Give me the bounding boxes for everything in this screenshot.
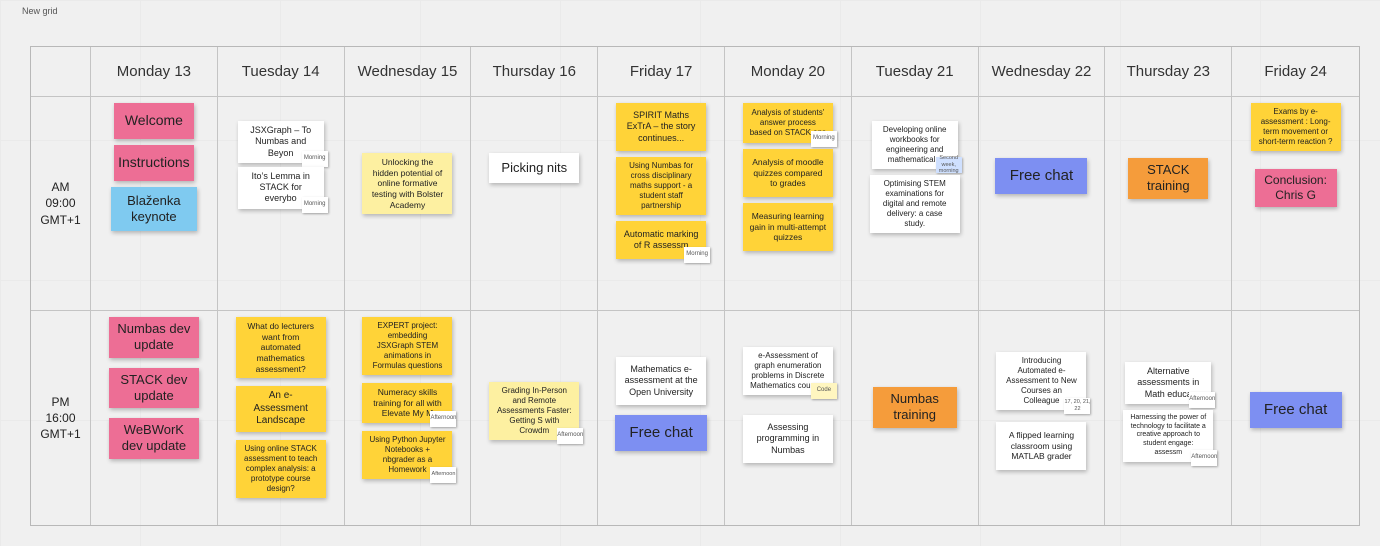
sticky-talk[interactable]: Introducing Automated e-Assessment to Ne… — [996, 352, 1086, 410]
schedule-grid: Monday 13 Tuesday 14 Wednesday 15 Thursd… — [31, 47, 1359, 525]
session-tag: Morning — [302, 151, 328, 167]
sticky-talk[interactable]: A flipped learning classroom using MATLA… — [996, 422, 1086, 470]
sticky-talk[interactable]: Automatic marking of R assessm Morning — [616, 221, 706, 259]
sticky-talk[interactable]: JSXGraph – To Numbas and Beyon Morning — [238, 121, 324, 163]
sticky-talk[interactable]: SPIRIT Maths ExTrA – the story continues… — [616, 103, 706, 151]
day-header: Tuesday 14 — [218, 47, 345, 97]
sticky-update[interactable]: STACK dev update — [109, 368, 199, 409]
slot-pm-wed15[interactable]: EXPERT project: embedding JSXGraph STEM … — [345, 311, 472, 525]
sticky-talk[interactable]: Optimising STEM examinations for digital… — [870, 175, 960, 233]
slot-am-fri17[interactable]: SPIRIT Maths ExTrA – the story continues… — [598, 97, 725, 311]
slot-pm-fri24[interactable]: Free chat — [1232, 311, 1359, 525]
session-tag: Afternoon — [430, 411, 456, 427]
session-tag: 17, 20, 21, 22 — [1064, 398, 1090, 414]
sticky-talk[interactable]: Grading In-Person and Remote Assessments… — [489, 382, 579, 440]
slot-pm-mon13[interactable]: Numbas dev update STACK dev update WeBWo… — [91, 311, 218, 525]
sticky-talk[interactable]: Analysis of moodle quizzes compared to g… — [743, 149, 833, 197]
session-tag: Second week, morning — [936, 157, 962, 173]
session-tag: Afternoon — [1189, 392, 1215, 408]
sticky-talk[interactable]: Developing online workbooks for engineer… — [872, 121, 958, 169]
day-header: Thursday 23 — [1105, 47, 1232, 97]
slot-am-thu23[interactable]: STACK training — [1105, 97, 1232, 311]
whiteboard-board[interactable]: New grid Monday 13 Tuesday 14 Wednesday … — [0, 0, 1380, 546]
slot-pm-wed22[interactable]: Introducing Automated e-Assessment to Ne… — [979, 311, 1106, 525]
grid-frame: Monday 13 Tuesday 14 Wednesday 15 Thursd… — [30, 46, 1360, 526]
sticky-talk[interactable]: Analysis of students' answer process bas… — [743, 103, 833, 143]
sticky-talk[interactable]: Mathematics e-assessment at the Open Uni… — [616, 357, 706, 405]
slot-pm-tue14[interactable]: What do lecturers want from automated ma… — [218, 311, 345, 525]
slot-am-tue21[interactable]: Developing online workbooks for engineer… — [852, 97, 979, 311]
frame-title: New grid — [22, 6, 58, 16]
sticky-talk[interactable]: An e-Assessment Landscape — [236, 386, 326, 432]
sticky-talk[interactable]: Harnessing the power of technology to fa… — [1123, 410, 1213, 462]
slot-pm-fri17[interactable]: Mathematics e-assessment at the Open Uni… — [598, 311, 725, 525]
row-label-pm: PM 16:00 GMT+1 — [31, 311, 91, 525]
sticky-talk[interactable]: Assessing programming in Numbas — [743, 415, 833, 463]
sticky-training[interactable]: STACK training — [1128, 158, 1208, 199]
sticky-talk[interactable]: Alternative assessments in Math educa Af… — [1125, 362, 1211, 404]
sticky-freechat[interactable]: Free chat — [995, 158, 1087, 194]
day-header: Tuesday 21 — [852, 47, 979, 97]
session-tag: Afternoon — [557, 428, 583, 444]
sticky-conclusion[interactable]: Conclusion: Chris G — [1255, 169, 1337, 207]
sticky-freechat[interactable]: Free chat — [615, 415, 707, 451]
slot-am-fri24[interactable]: Exams by e-assessment : Long-term moveme… — [1232, 97, 1359, 311]
sticky-talk[interactable]: Exams by e-assessment : Long-term moveme… — [1251, 103, 1341, 151]
slot-am-thu16[interactable]: Picking nits — [471, 97, 598, 311]
day-header: Wednesday 15 — [345, 47, 472, 97]
slot-pm-mon20[interactable]: e-Assessment of graph enumeration proble… — [725, 311, 852, 525]
slot-am-mon20[interactable]: Analysis of students' answer process bas… — [725, 97, 852, 311]
sticky-talk[interactable]: Measuring learning gain in multi-attempt… — [743, 203, 833, 251]
slot-pm-thu23[interactable]: Alternative assessments in Math educa Af… — [1105, 311, 1232, 525]
sticky-update[interactable]: WeBWorK dev update — [109, 418, 199, 459]
session-tag: Afternoon — [1191, 450, 1217, 466]
day-header: Monday 20 — [725, 47, 852, 97]
slot-am-mon13[interactable]: Welcome Instructions Blaženka keynote — [91, 97, 218, 311]
slot-am-tue14[interactable]: JSXGraph – To Numbas and Beyon Morning I… — [218, 97, 345, 311]
session-tag: Morning — [684, 247, 710, 263]
sticky-update[interactable]: Numbas dev update — [109, 317, 199, 358]
day-header: Friday 24 — [1232, 47, 1359, 97]
sticky-talk[interactable]: e-Assessment of graph enumeration proble… — [743, 347, 833, 395]
sticky-talk[interactable]: EXPERT project: embedding JSXGraph STEM … — [362, 317, 452, 375]
corner-blank — [31, 47, 91, 97]
sticky-freechat[interactable]: Free chat — [1250, 392, 1342, 428]
slot-am-wed22[interactable]: Free chat — [979, 97, 1106, 311]
sticky-welcome[interactable]: Welcome — [114, 103, 194, 139]
sticky-instructions[interactable]: Instructions — [114, 145, 194, 181]
day-header: Wednesday 22 — [979, 47, 1106, 97]
session-tag: Morning — [811, 131, 837, 147]
session-tag: Code — [811, 383, 837, 399]
sticky-talk[interactable]: What do lecturers want from automated ma… — [236, 317, 326, 378]
day-header: Friday 17 — [598, 47, 725, 97]
slot-pm-thu16[interactable]: Grading In-Person and Remote Assessments… — [471, 311, 598, 525]
session-tag: Afternoon — [430, 467, 456, 483]
sticky-talk[interactable]: Unlocking the hidden potential of online… — [362, 153, 452, 214]
sticky-talk[interactable]: Ito’s Lemma in STACK for everybo Morning — [238, 167, 324, 209]
day-header: Monday 13 — [91, 47, 218, 97]
sticky-talk[interactable]: Picking nits — [489, 153, 579, 183]
sticky-training[interactable]: Numbas training — [873, 387, 957, 428]
slot-pm-tue21[interactable]: Numbas training — [852, 311, 979, 525]
sticky-talk[interactable]: Using online STACK assessment to teach c… — [236, 440, 326, 498]
sticky-talk[interactable]: Numeracy skills training for all with El… — [362, 383, 452, 423]
sticky-talk[interactable]: Using Numbas for cross disciplinary math… — [616, 157, 706, 215]
sticky-keynote[interactable]: Blaženka keynote — [111, 187, 197, 231]
row-label-am: AM 09:00 GMT+1 — [31, 97, 91, 311]
day-header: Thursday 16 — [471, 47, 598, 97]
session-tag: Morning — [302, 197, 328, 213]
sticky-talk[interactable]: Using Python Jupyter Notebooks + nbgrade… — [362, 431, 452, 479]
slot-am-wed15[interactable]: Unlocking the hidden potential of online… — [345, 97, 472, 311]
